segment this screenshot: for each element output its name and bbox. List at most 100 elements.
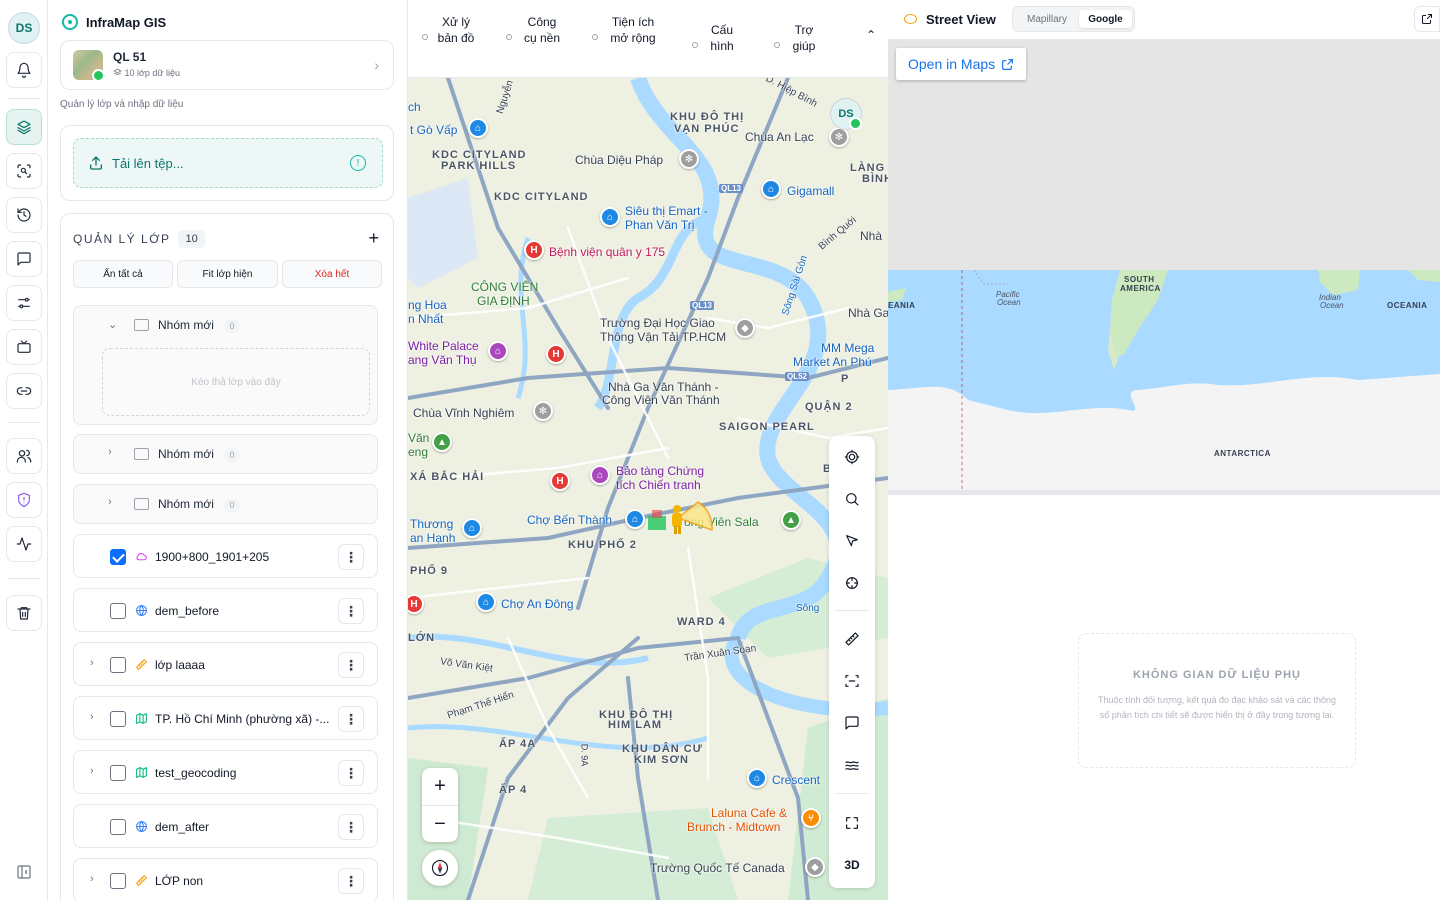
chevron-right-icon[interactable]: › (108, 496, 112, 508)
park-pin-icon[interactable]: ▲ (781, 510, 801, 530)
tab-map-processing[interactable]: Xử lý bản đồ (422, 14, 476, 46)
museum-pin-icon[interactable]: ⌂ (590, 465, 610, 485)
chevron-right-icon[interactable]: › (90, 657, 94, 669)
search-icon[interactable] (829, 478, 875, 520)
tab-base-tools[interactable]: Công cụ nền (506, 14, 564, 46)
layer-visibility-checkbox[interactable] (110, 657, 126, 673)
cafe-pin-icon[interactable]: ⑂ (801, 808, 821, 828)
map-view[interactable]: Xử lý bản đồ Công cụ nền Tiện ích mở rộn… (408, 0, 888, 900)
group-name[interactable]: Nhóm mới (158, 447, 214, 461)
comment-icon[interactable] (829, 702, 875, 744)
shop-pin-icon[interactable]: ⌂ (747, 768, 767, 788)
info-icon[interactable]: ! (350, 155, 366, 171)
layer-row[interactable]: dem_before ⋮ (73, 588, 378, 632)
chevron-up-icon[interactable]: ⌃ (866, 28, 876, 42)
clear-all-button[interactable]: Xóa hết (282, 260, 382, 288)
sliders-icon[interactable] (6, 285, 42, 321)
open-in-maps-button[interactable]: Open in Maps (896, 48, 1027, 80)
landmark-pin-icon[interactable]: ⌂ (488, 341, 508, 361)
temple-pin-icon[interactable]: ✻ (533, 401, 553, 421)
map-user-avatar[interactable]: DS (830, 98, 862, 130)
chevron-right-icon[interactable]: › (90, 711, 94, 723)
user-avatar[interactable]: DS (8, 12, 40, 44)
group-name[interactable]: Nhóm mới (158, 318, 214, 332)
drop-zone[interactable]: Kéo thả lớp vào đây (102, 348, 370, 416)
chevron-right-icon[interactable]: › (108, 446, 112, 458)
layer-row[interactable]: › lớp laaaa ⋮ (73, 642, 378, 686)
layer-row[interactable]: 1900+800_1901+205 ⋮ (73, 534, 378, 578)
group-name[interactable]: Nhóm mới (158, 497, 214, 511)
layer-menu-button[interactable]: ⋮ (338, 544, 364, 570)
locate-icon[interactable] (829, 436, 875, 478)
shop-pin-icon[interactable]: ⌂ (625, 509, 645, 529)
provider-google[interactable]: Google (1079, 10, 1132, 28)
scan-search-icon[interactable] (6, 153, 42, 189)
street-view-image[interactable]: SOUTH AMERICA Pacific Ocean Indian Ocean… (888, 40, 1440, 495)
layer-visibility-checkbox[interactable] (110, 711, 126, 727)
shop-pin-icon[interactable]: ⌂ (468, 118, 488, 138)
shop-pin-icon[interactable]: ⌂ (462, 518, 482, 538)
shop-pin-icon[interactable]: ⌂ (761, 179, 781, 199)
layers-stack-icon[interactable] (829, 744, 875, 786)
shop-pin-icon[interactable]: ⌂ (600, 207, 620, 227)
fullscreen-icon[interactable] (829, 802, 875, 844)
layer-menu-button[interactable]: ⋮ (338, 814, 364, 840)
project-selector[interactable]: QL 51 10 lớp dữ liệu › (60, 40, 394, 90)
add-layer-button[interactable]: + (368, 228, 379, 249)
tab-extensions[interactable]: Tiện ích mở rộng (592, 14, 660, 46)
street-view-pegman-icon[interactable] (646, 498, 716, 538)
3d-toggle-button[interactable]: 3D (829, 844, 875, 886)
link-icon[interactable] (6, 373, 42, 409)
layer-visibility-checkbox[interactable] (110, 765, 126, 781)
hospital-pin-icon[interactable]: H (524, 240, 544, 260)
layers-icon[interactable] (6, 109, 42, 145)
message-icon[interactable] (6, 241, 42, 277)
layer-visibility-checkbox[interactable] (110, 549, 126, 565)
zoom-in-button[interactable]: + (422, 768, 458, 805)
layer-menu-button[interactable]: ⋮ (338, 598, 364, 624)
chevron-right-icon[interactable]: › (90, 765, 94, 777)
shield-icon[interactable] (6, 482, 42, 518)
layer-menu-button[interactable]: ⋮ (338, 868, 364, 894)
chevron-right-icon[interactable]: › (90, 873, 94, 885)
temple-pin-icon[interactable]: ✻ (679, 149, 699, 169)
provider-mapillary[interactable]: Mapillary (1019, 10, 1075, 28)
chevron-down-icon[interactable]: ⌄ (108, 318, 117, 331)
trash-icon[interactable] (6, 595, 42, 631)
sidebar-collapse-icon[interactable] (6, 854, 42, 890)
upload-button[interactable]: Tải lên tệp... ! (73, 138, 383, 188)
layer-row[interactable]: › TP. Hồ Chí Minh (phường xã) -... ⋮ (73, 696, 378, 740)
layer-row[interactable]: › LỚP non ⋮ (73, 858, 378, 900)
scan-icon[interactable] (829, 660, 875, 702)
hide-all-button[interactable]: Ẩn tất cả (73, 260, 173, 288)
activity-icon[interactable] (6, 526, 42, 562)
crosshair-icon[interactable] (829, 562, 875, 604)
layer-menu-button[interactable]: ⋮ (338, 760, 364, 786)
school-pin-icon[interactable]: ◆ (805, 857, 825, 877)
compass-icon[interactable] (422, 850, 458, 886)
temple-pin-icon[interactable]: ✻ (829, 127, 849, 147)
park-pin-icon[interactable]: ▲ (432, 432, 452, 452)
layer-row[interactable]: › test_geocoding ⋮ (73, 750, 378, 794)
layer-visibility-checkbox[interactable] (110, 873, 126, 889)
zoom-out-button[interactable]: − (422, 805, 458, 842)
pointer-icon[interactable] (829, 520, 875, 562)
external-link-icon[interactable] (1414, 6, 1440, 32)
history-icon[interactable] (6, 197, 42, 233)
tab-help[interactable]: Trợ giúp (774, 22, 820, 54)
hospital-pin-icon[interactable]: H (546, 344, 566, 364)
layer-visibility-checkbox[interactable] (110, 603, 126, 619)
ruler-icon[interactable] (829, 618, 875, 660)
layer-visibility-checkbox[interactable] (110, 819, 126, 835)
tv-icon[interactable] (6, 329, 42, 365)
hospital-pin-icon[interactable]: H (550, 471, 570, 491)
layer-menu-button[interactable]: ⋮ (338, 706, 364, 732)
shop-pin-icon[interactable]: ⌂ (476, 592, 496, 612)
fit-visible-button[interactable]: Fit lớp hiện (177, 260, 278, 288)
users-icon[interactable] (6, 438, 42, 474)
school-pin-icon[interactable]: ◆ (735, 318, 755, 338)
bell-icon[interactable] (6, 52, 42, 88)
layer-row[interactable]: dem_after ⋮ (73, 804, 378, 848)
layer-menu-button[interactable]: ⋮ (338, 652, 364, 678)
tab-config[interactable]: Cấu hình (692, 22, 738, 54)
